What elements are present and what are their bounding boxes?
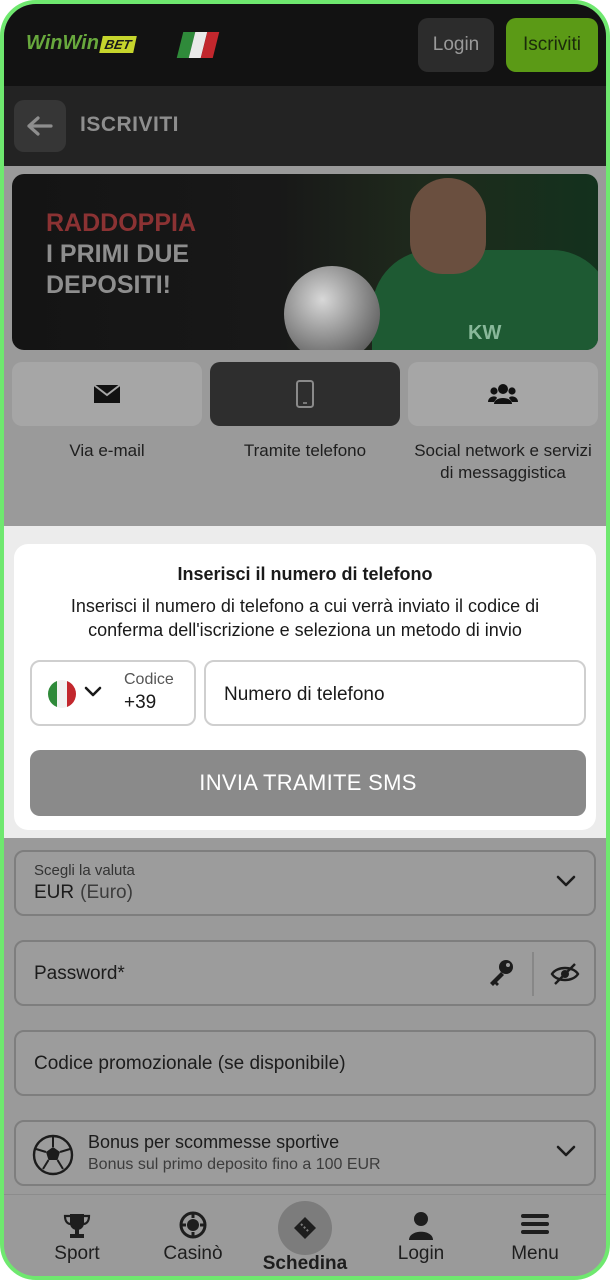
promo-code-field[interactable]: Codice promozionale (se disponibile): [14, 1030, 596, 1096]
player-head-image: [410, 178, 486, 274]
field-divider: [532, 952, 534, 996]
logo-badge: BET: [99, 36, 137, 53]
password-field[interactable]: Password*: [14, 940, 596, 1006]
arrow-left-icon: [27, 116, 53, 136]
user-icon: [409, 1212, 433, 1240]
method-phone-label: Tramite telefono: [243, 441, 367, 460]
users-icon: [488, 384, 518, 404]
method-social[interactable]: Social network e servizi di messaggistic…: [408, 362, 598, 484]
nav-login-label: Login: [397, 1243, 445, 1264]
nav-sport-label: Sport: [54, 1243, 100, 1264]
banner-line-1: RADDOPPIA: [46, 209, 197, 237]
phone-icon: [296, 380, 314, 408]
back-button[interactable]: [14, 100, 66, 152]
nav-menu-label: Menu: [511, 1243, 559, 1264]
modal-description: Inserisci il numero di telefono a cui ve…: [70, 596, 540, 640]
phone-modal: Inserisci il numero di telefono Inserisc…: [14, 544, 596, 830]
modal-title: Inserisci il numero di telefono: [177, 564, 433, 584]
chevron-down-icon: [84, 686, 102, 697]
country-code-select[interactable]: Codice +39: [30, 660, 196, 726]
promo-code-placeholder: Codice promozionale (se disponibile): [34, 1053, 346, 1074]
bonus-subtitle: Bonus sul primo deposito fino a 100 EUR: [88, 1156, 381, 1173]
country-code-label: Codice: [124, 671, 174, 688]
top-header: WinWin BET Login Iscriviti: [4, 4, 606, 86]
soccer-ball-icon: [32, 1134, 74, 1176]
login-button[interactable]: Login: [418, 18, 494, 72]
method-social-label: Social network e servizi di messaggistic…: [414, 441, 592, 482]
nav-casino[interactable]: Casinò: [138, 1195, 248, 1276]
promo-banner[interactable]: KW RADDOPPIA I PRIMI DUE DEPOSITI!: [12, 174, 598, 350]
password-placeholder: Password*: [34, 963, 125, 984]
eye-off-icon[interactable]: [550, 962, 580, 986]
app-frame: WinWin BET Login Iscriviti ISCRIVITI KW R…: [0, 0, 610, 1280]
banner-headline: RADDOPPIA I PRIMI DUE DEPOSITI!: [46, 208, 196, 301]
italy-flag-icon[interactable]: [176, 32, 220, 58]
chevron-down-icon: [556, 875, 576, 887]
title-bar: ISCRIVITI: [4, 86, 606, 166]
currency-select[interactable]: Scegli la valuta EUR (Euro): [14, 850, 596, 916]
nav-menu[interactable]: Menu: [480, 1195, 590, 1276]
nav-casino-label: Casinò: [163, 1243, 223, 1264]
chevron-down-icon: [556, 1145, 576, 1157]
key-icon[interactable]: [486, 958, 516, 988]
signup-button[interactable]: Iscriviti: [506, 18, 598, 72]
registration-methods: Via e-mail Tramite telefono Social netwo…: [12, 362, 598, 512]
nav-betslip[interactable]: Schedina: [250, 1195, 360, 1276]
method-social-tile[interactable]: [408, 362, 598, 426]
bonus-title: Bonus per scommesse sportive: [88, 1132, 340, 1152]
currency-value: EUR (Euro): [34, 882, 133, 904]
hamburger-menu-icon: [521, 1214, 549, 1234]
banner-line-2: I PRIMI DUE: [46, 240, 190, 268]
nav-betslip-label: Schedina: [262, 1253, 348, 1274]
method-phone[interactable]: Tramite telefono: [210, 362, 400, 462]
send-sms-button[interactable]: INVIA TRAMITE SMS: [30, 750, 586, 816]
method-phone-tile[interactable]: [210, 362, 400, 426]
shirt-logo: KW: [468, 322, 502, 344]
method-email-tile[interactable]: [12, 362, 202, 426]
casino-chip-icon: [179, 1211, 207, 1239]
trophy-icon: [63, 1214, 91, 1238]
envelope-icon: [93, 384, 121, 403]
banner-line-3: DEPOSITI!: [46, 271, 172, 299]
method-email[interactable]: Via e-mail: [12, 362, 202, 462]
logo-text: WinWin: [26, 32, 99, 54]
currency-code: EUR: [34, 882, 75, 903]
bonus-select[interactable]: Bonus per scommesse sportive Bonus sul p…: [14, 1120, 596, 1186]
country-code-value: +39: [124, 692, 157, 713]
bottom-navigation: Sport Casinò Schedina Login Menu: [4, 1194, 606, 1276]
currency-name: (Euro): [80, 882, 133, 903]
betslip-circle[interactable]: [278, 1201, 332, 1255]
method-email-label: Via e-mail: [69, 441, 145, 460]
currency-label: Scegli la valuta: [34, 862, 135, 879]
phone-number-field[interactable]: Numero di telefono: [204, 660, 586, 726]
registration-form: Scegli la valuta EUR (Euro) Password* Cod…: [4, 838, 606, 1194]
phone-number-placeholder: Numero di telefono: [224, 684, 385, 705]
football-image: [284, 266, 380, 350]
italy-flag-icon: [48, 680, 76, 708]
nav-sport[interactable]: Sport: [22, 1195, 132, 1276]
nav-login[interactable]: Login: [366, 1195, 476, 1276]
page-title: ISCRIVITI: [80, 113, 180, 136]
ticket-icon: [294, 1217, 316, 1239]
brand-logo[interactable]: WinWin BET: [26, 32, 137, 55]
